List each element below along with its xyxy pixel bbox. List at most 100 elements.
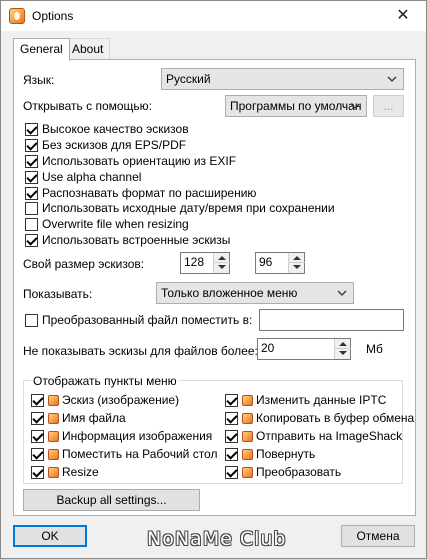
thumb-height-value: 96 <box>259 255 273 269</box>
converted-file-path-input[interactable] <box>259 309 404 331</box>
open-with-label: Открывать с помощью: <box>23 99 152 113</box>
checkbox-label: Использовать встроенные эскизы <box>42 233 231 247</box>
checkbox-box[interactable] <box>31 429 44 443</box>
checkbox-high-quality[interactable]: Высокое качество эскизов <box>25 121 189 137</box>
rotate-icon <box>242 448 253 460</box>
spin-down-icon[interactable] <box>289 263 305 273</box>
checkbox-box[interactable] <box>25 217 38 231</box>
checkbox-box[interactable] <box>31 447 44 461</box>
tab-about[interactable]: About <box>65 38 111 60</box>
upload-icon <box>242 430 253 442</box>
backup-settings-button[interactable]: Backup all settings... <box>23 489 200 511</box>
menu-item-set-desktop[interactable]: Поместить на Рабочий стол <box>31 446 217 462</box>
menu-item-edit-iptc[interactable]: Изменить данные IPTC <box>225 392 386 408</box>
checkbox-box[interactable] <box>225 393 238 407</box>
checkbox-alpha-channel[interactable]: Use alpha channel <box>25 169 141 185</box>
show-label: Показывать: <box>23 287 93 301</box>
chevron-down-icon <box>337 290 347 296</box>
spin-up-icon[interactable] <box>214 253 230 263</box>
watermark-text: NoNaMe Club <box>147 528 287 550</box>
checkbox-box[interactable] <box>225 465 238 479</box>
ok-button[interactable]: OK <box>13 525 87 547</box>
language-select[interactable]: Русский <box>161 68 404 90</box>
browse-button[interactable]: ... <box>373 95 404 117</box>
checkbox-box[interactable] <box>25 170 38 184</box>
menu-item-rotate[interactable]: Повернуть <box>225 446 315 462</box>
thumb-height-stepper[interactable]: 96 <box>255 252 305 274</box>
spin-arrows <box>288 253 305 273</box>
checkbox-label: Высокое качество эскизов <box>42 122 189 136</box>
menu-item-thumbnail[interactable]: Эскиз (изображение) <box>31 392 179 408</box>
checkbox-box[interactable] <box>31 411 44 425</box>
checkbox-box[interactable] <box>225 411 238 425</box>
spin-down-icon[interactable] <box>335 349 351 359</box>
thumb-size-label: Свой размер эскизов: <box>23 257 145 271</box>
menu-item-convert[interactable]: Преобразовать <box>225 464 341 480</box>
thumbnail-icon <box>48 394 59 406</box>
language-label: Язык: <box>23 73 55 87</box>
checkbox-box[interactable] <box>25 313 38 327</box>
clipboard-icon <box>242 412 253 424</box>
checkbox-label: Использовать ориентацию из EXIF <box>42 154 237 168</box>
menu-item-resize[interactable]: Resize <box>31 464 99 480</box>
checkbox-label: Без эскизов для EPS/PDF <box>42 138 187 152</box>
checkbox-exif-orientation[interactable]: Использовать ориентацию из EXIF <box>25 153 236 169</box>
options-window: Options ✕ General About Язык: Русский От… <box>0 0 427 559</box>
checkbox-label: Поместить на Рабочий стол <box>62 447 218 461</box>
tab-general[interactable]: General <box>13 38 70 61</box>
checkbox-label: Изменить данные IPTC <box>256 393 387 407</box>
open-with-select[interactable]: Программы по умолчан <box>225 95 367 117</box>
spin-down-icon[interactable] <box>214 263 230 273</box>
convert-icon <box>242 466 253 478</box>
checkbox-label: Отправить на ImageShack <box>256 429 403 443</box>
menu-item-imageshack[interactable]: Отправить на ImageShack <box>225 428 402 444</box>
checkbox-label: Копировать в буфер обмена <box>256 411 415 425</box>
thumb-width-stepper[interactable]: 128 <box>180 252 230 274</box>
checkbox-box[interactable] <box>25 186 38 200</box>
checkbox-no-eps-pdf[interactable]: Без эскизов для EPS/PDF <box>25 137 186 153</box>
show-select[interactable]: Только вложенное меню <box>156 282 354 304</box>
thumb-width-value: 128 <box>184 255 205 269</box>
close-button[interactable]: ✕ <box>380 1 426 31</box>
skip-thumbs-unit: Мб <box>366 342 383 356</box>
checkbox-label: Эскиз (изображение) <box>62 393 180 407</box>
skip-thumbs-label: Не показывать эскизы для файлов более: <box>23 344 258 358</box>
menu-item-filename[interactable]: Имя файла <box>31 410 126 426</box>
language-value: Русский <box>166 72 211 86</box>
cancel-button[interactable]: Отмена <box>341 525 415 547</box>
open-with-value: Программы по умолчан <box>230 99 362 113</box>
checkbox-converted-file[interactable]: Преобразованный файл поместить в: <box>25 312 252 328</box>
chevron-down-icon <box>387 76 397 82</box>
checkbox-overwrite-resize[interactable]: Overwrite file when resizing <box>25 216 189 232</box>
checkbox-label: Имя файла <box>62 411 126 425</box>
menu-items-group-title: Отображать пункты меню <box>31 374 179 388</box>
spin-arrows <box>334 339 351 359</box>
checkbox-box[interactable] <box>25 138 38 152</box>
checkbox-keep-datetime[interactable]: Использовать исходные дату/время при сох… <box>25 200 335 216</box>
resize-icon <box>48 466 59 478</box>
checkbox-box[interactable] <box>225 429 238 443</box>
checkbox-box[interactable] <box>25 201 38 215</box>
checkbox-box[interactable] <box>31 465 44 479</box>
info-icon <box>48 430 59 442</box>
checkbox-format-by-extension[interactable]: Распознавать формат по расширению <box>25 185 256 201</box>
checkbox-label: Распознавать формат по расширению <box>42 186 257 200</box>
checkbox-box[interactable] <box>25 154 38 168</box>
menu-item-image-info[interactable]: Информация изображения <box>31 428 212 444</box>
skip-thumbs-value: 20 <box>261 341 275 355</box>
checkbox-label: Use alpha channel <box>42 170 142 184</box>
checkbox-label: Информация изображения <box>62 429 213 443</box>
checkbox-box[interactable] <box>225 447 238 461</box>
title-bar: Options ✕ <box>1 1 426 31</box>
spin-up-icon[interactable] <box>289 253 305 263</box>
skip-thumbs-stepper[interactable]: 20 <box>257 338 351 360</box>
menu-item-copy-clipboard[interactable]: Копировать в буфер обмена <box>225 410 414 426</box>
checkbox-embedded-thumbs[interactable]: Использовать встроенные эскизы <box>25 232 230 248</box>
checkbox-label: Overwrite file when resizing <box>42 217 189 231</box>
checkbox-label: Преобразованный файл поместить в: <box>42 313 253 327</box>
checkbox-box[interactable] <box>31 393 44 407</box>
chevron-down-icon <box>350 103 360 109</box>
spin-up-icon[interactable] <box>335 339 351 349</box>
checkbox-box[interactable] <box>25 233 38 247</box>
checkbox-box[interactable] <box>25 122 38 136</box>
